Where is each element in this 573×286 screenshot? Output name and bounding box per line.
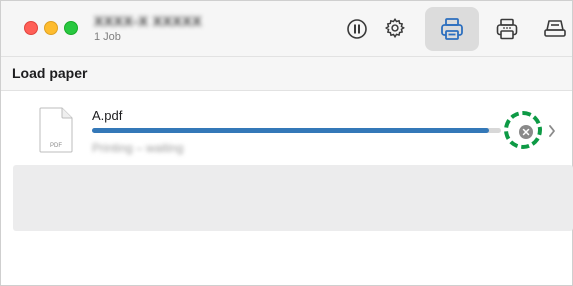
job-progress-bar — [92, 128, 501, 133]
printer-icon — [441, 18, 463, 40]
printer-info-button[interactable] — [494, 16, 520, 42]
pause-printer-button[interactable] — [346, 18, 368, 40]
printer-settings-button[interactable] — [383, 16, 407, 40]
paper-tray-button[interactable] — [542, 17, 568, 41]
paper-tray-icon — [544, 20, 566, 37]
job-status-text: Printing – waiting — [92, 141, 184, 155]
print-job-row[interactable] — [1, 91, 572, 163]
printer-keypad-icon — [496, 18, 518, 40]
job-count: 1 Job — [94, 31, 121, 43]
section-header: Load paper — [1, 57, 572, 91]
section-title: Load paper — [12, 65, 88, 81]
job-file-name: A.pdf — [92, 108, 123, 123]
print-queue-window: XXXX-X XXXXX 1 Job Load paper PDF A.pdf … — [0, 0, 573, 286]
job-progress-fill — [92, 128, 489, 133]
pause-icon — [347, 19, 367, 39]
close-icon — [522, 128, 530, 136]
minimize-window-button[interactable] — [44, 21, 58, 35]
zoom-window-button[interactable] — [64, 21, 78, 35]
printer-name: XXXX-X XXXXX — [94, 13, 202, 29]
chevron-right-icon[interactable] — [547, 123, 557, 139]
cancel-job-button[interactable] — [519, 125, 533, 139]
title-bar: XXXX-X XXXXX 1 Job — [1, 1, 572, 57]
gear-icon — [384, 17, 405, 39]
empty-job-row — [13, 165, 573, 231]
file-type-label: PDF — [50, 143, 62, 149]
close-window-button[interactable] — [24, 21, 38, 35]
printer-queue-button[interactable] — [425, 7, 479, 51]
pdf-file-icon: PDF — [39, 107, 73, 153]
